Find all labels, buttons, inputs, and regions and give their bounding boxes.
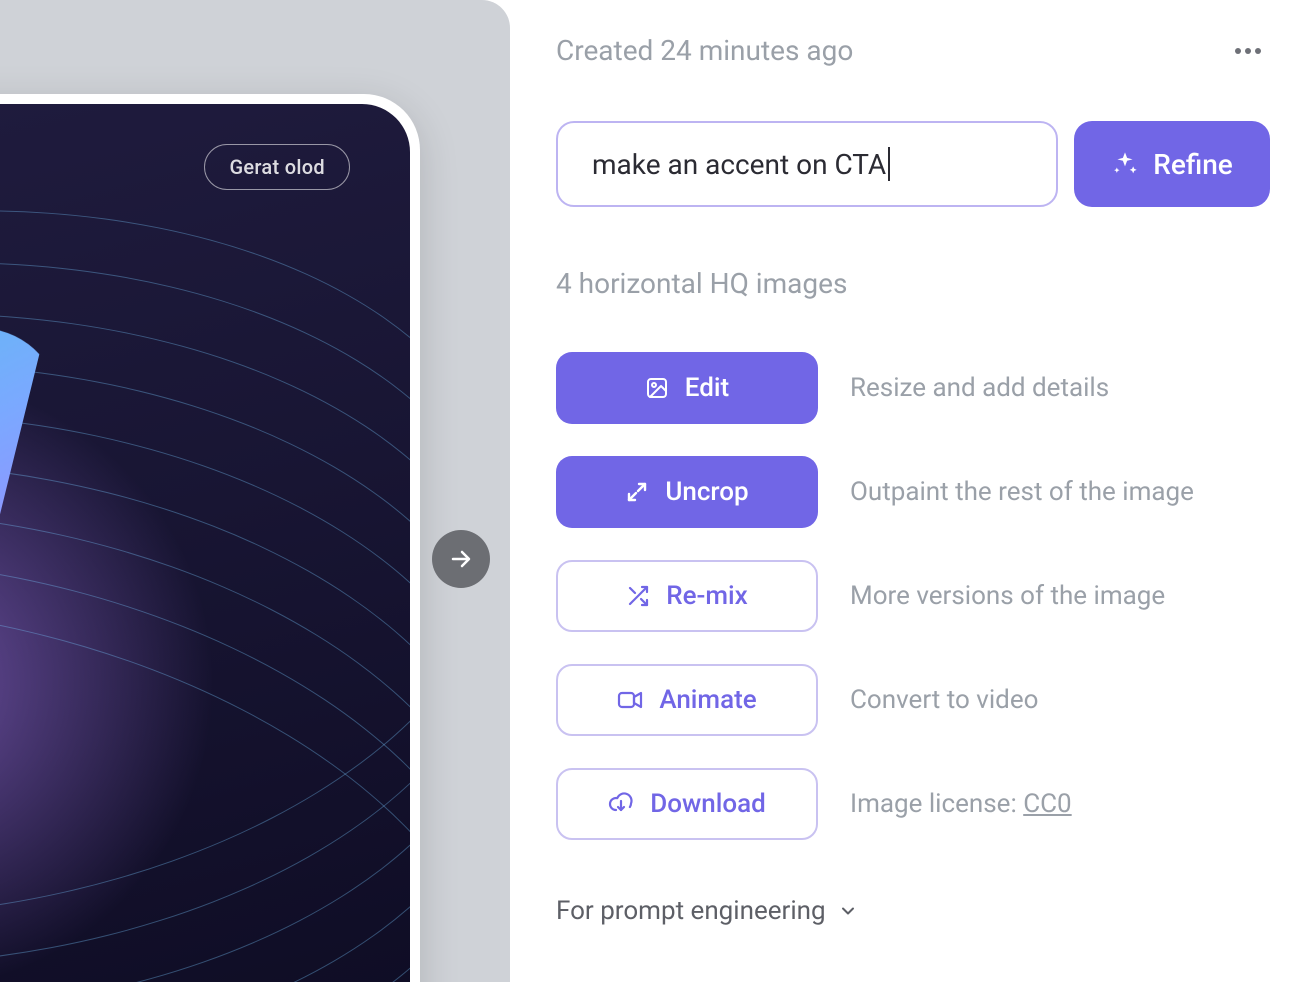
more-horizontal-icon xyxy=(1234,47,1262,55)
license-prefix: Image license: xyxy=(850,789,1023,819)
device-frame: Gerat olod xyxy=(0,94,420,982)
uncrop-description: Outpaint the rest of the image xyxy=(850,477,1194,507)
animate-button[interactable]: Animate xyxy=(556,664,818,736)
arrow-right-icon xyxy=(449,547,473,571)
result-summary: 4 horizontal HQ images xyxy=(556,267,1270,300)
details-panel: Created 24 minutes ago make an accent on… xyxy=(510,0,1316,982)
download-cloud-icon xyxy=(608,792,634,816)
prompt-engineering-toggle[interactable]: For prompt engineering xyxy=(556,896,858,926)
preview-pill-text: Gerat olod xyxy=(204,144,350,190)
more-options-button[interactable] xyxy=(1226,39,1270,63)
animate-description: Convert to video xyxy=(850,685,1038,715)
shuffle-icon xyxy=(626,584,650,608)
refine-prompt-input[interactable]: make an accent on CTA xyxy=(556,121,1058,207)
download-description: Image license: CC0 xyxy=(850,789,1072,819)
actions-list: Edit Resize and add details Uncrop Outpa… xyxy=(556,352,1270,840)
prompt-engineering-label: For prompt engineering xyxy=(556,896,826,926)
device-screen: Gerat olod xyxy=(0,104,410,982)
uncrop-button-label: Uncrop xyxy=(665,477,748,507)
edit-description: Resize and add details xyxy=(850,373,1109,403)
video-icon xyxy=(617,689,643,711)
image-icon xyxy=(645,376,669,400)
remix-description: More versions of the image xyxy=(850,581,1165,611)
animate-button-label: Animate xyxy=(659,685,756,715)
remix-button[interactable]: Re-mix xyxy=(556,560,818,632)
expand-icon xyxy=(625,480,649,504)
sparkle-icon xyxy=(1111,150,1139,178)
next-image-button[interactable] xyxy=(432,530,490,588)
refine-prompt-value: make an accent on CTA xyxy=(592,148,886,181)
edit-button[interactable]: Edit xyxy=(556,352,818,424)
uncrop-button[interactable]: Uncrop xyxy=(556,456,818,528)
created-timestamp: Created 24 minutes ago xyxy=(556,34,853,67)
download-button[interactable]: Download xyxy=(556,768,818,840)
license-link[interactable]: CC0 xyxy=(1023,789,1071,819)
image-preview-pane: Gerat olod xyxy=(0,0,510,982)
download-button-label: Download xyxy=(650,789,766,819)
chevron-down-icon xyxy=(838,901,858,921)
refine-button[interactable]: Refine xyxy=(1074,121,1270,207)
remix-button-label: Re-mix xyxy=(666,581,747,611)
refine-button-label: Refine xyxy=(1153,148,1233,181)
edit-button-label: Edit xyxy=(685,373,729,403)
text-caret xyxy=(888,147,890,181)
